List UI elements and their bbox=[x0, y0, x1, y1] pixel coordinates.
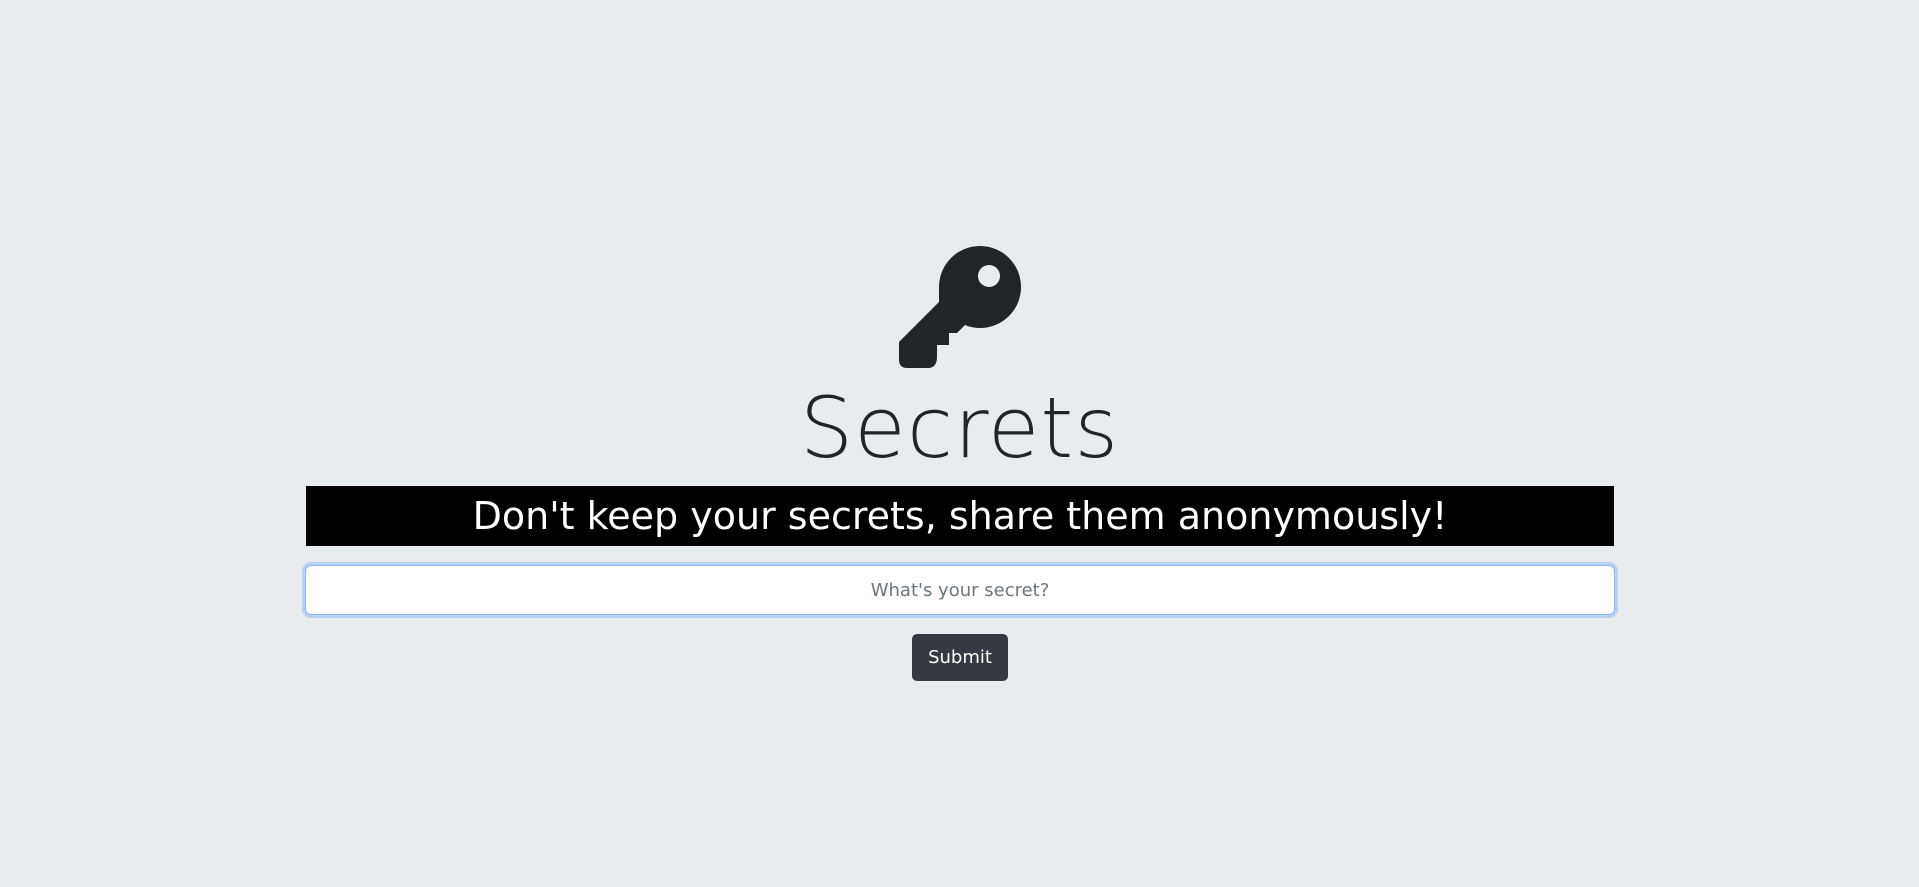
page: Secrets Don't keep your secrets, share t… bbox=[0, 0, 1919, 887]
secret-input[interactable] bbox=[305, 565, 1615, 615]
secret-form: Submit bbox=[0, 0, 1919, 887]
submit-button[interactable]: Submit bbox=[912, 634, 1008, 681]
